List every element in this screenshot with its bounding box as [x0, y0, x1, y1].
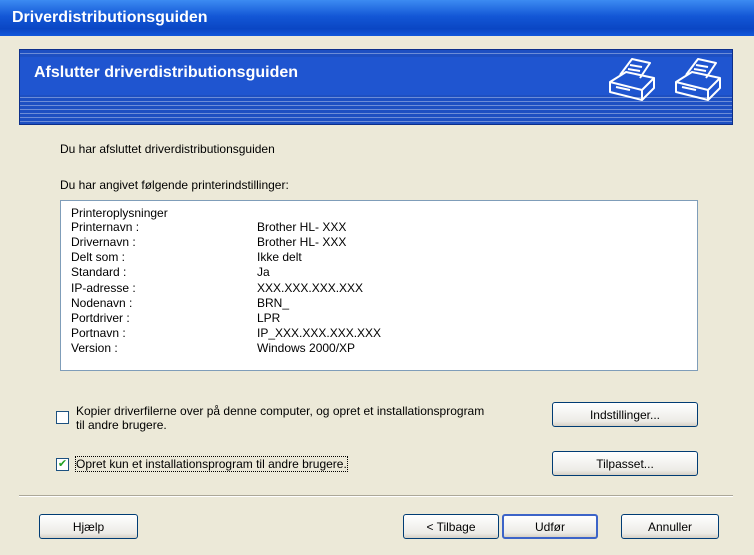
- back-button[interactable]: < Tilbage: [403, 514, 499, 539]
- info-value: LPR: [257, 311, 281, 325]
- copy-driver-label-line1: Kopier driverfilerne over på denne compu…: [76, 404, 485, 418]
- printer-icon: [675, 58, 721, 101]
- info-value: BRN_: [257, 296, 290, 310]
- create-installer-label[interactable]: Opret kun et installationsprogram til an…: [75, 456, 348, 472]
- custom-button[interactable]: Tilpasset...: [552, 451, 698, 476]
- checkmark-icon: ✔: [57, 458, 68, 470]
- info-key: Drivernavn :: [71, 235, 136, 249]
- info-key: Version :: [71, 341, 118, 355]
- info-header: Printeroplysninger: [71, 206, 168, 220]
- info-key: IP-adresse :: [71, 281, 136, 295]
- info-value: Windows 2000/XP: [257, 341, 356, 355]
- copy-driver-label[interactable]: Kopier driverfilerne over på denne compu…: [76, 404, 484, 432]
- info-value: Brother HL- XXX: [257, 235, 347, 249]
- info-value: Brother HL- XXX: [257, 220, 347, 234]
- info-value: XXX.XXX.XXX.XXX: [257, 281, 364, 295]
- info-key: Portdriver :: [71, 311, 130, 325]
- printer-info-box[interactable]: Printeroplysninger Printernavn : Brother…: [60, 200, 698, 371]
- info-key: Standard :: [71, 265, 127, 279]
- banner-title: Afslutter driverdistributionsguiden: [34, 64, 299, 81]
- cancel-button[interactable]: Annuller: [621, 514, 719, 539]
- create-installer-checkbox[interactable]: ✔: [56, 458, 69, 471]
- footer-divider: [19, 495, 733, 497]
- printer-icon: [609, 58, 655, 101]
- wizard-banner: Afslutter driverdistributionsguiden: [19, 49, 733, 125]
- info-key: Printernavn :: [71, 220, 140, 234]
- info-key: Delt som :: [71, 250, 126, 264]
- finished-text: Du har afsluttet driverdistributionsguid…: [60, 142, 275, 156]
- window-title: Driverdistributionsguiden: [12, 9, 208, 26]
- settings-heading: Du har angivet følgende printerindstilli…: [60, 178, 289, 192]
- info-value: Ja: [257, 265, 270, 279]
- wizard-window: Driverdistributionsguiden Afslutter driv…: [0, 0, 754, 555]
- settings-button[interactable]: Indstillinger...: [552, 402, 698, 427]
- info-key: Portnavn :: [71, 326, 126, 340]
- info-key: Nodenavn :: [71, 296, 133, 310]
- info-value: Ikke delt: [257, 250, 302, 264]
- finish-button[interactable]: Udfør: [502, 514, 598, 539]
- title-bar[interactable]: Driverdistributionsguiden: [0, 0, 754, 36]
- info-value: IP_XXX.XXX.XXX.XXX: [257, 326, 382, 340]
- help-button[interactable]: Hjælp: [39, 514, 138, 539]
- copy-driver-label-line2: til andre brugere.: [76, 418, 167, 432]
- copy-driver-checkbox[interactable]: [56, 411, 69, 424]
